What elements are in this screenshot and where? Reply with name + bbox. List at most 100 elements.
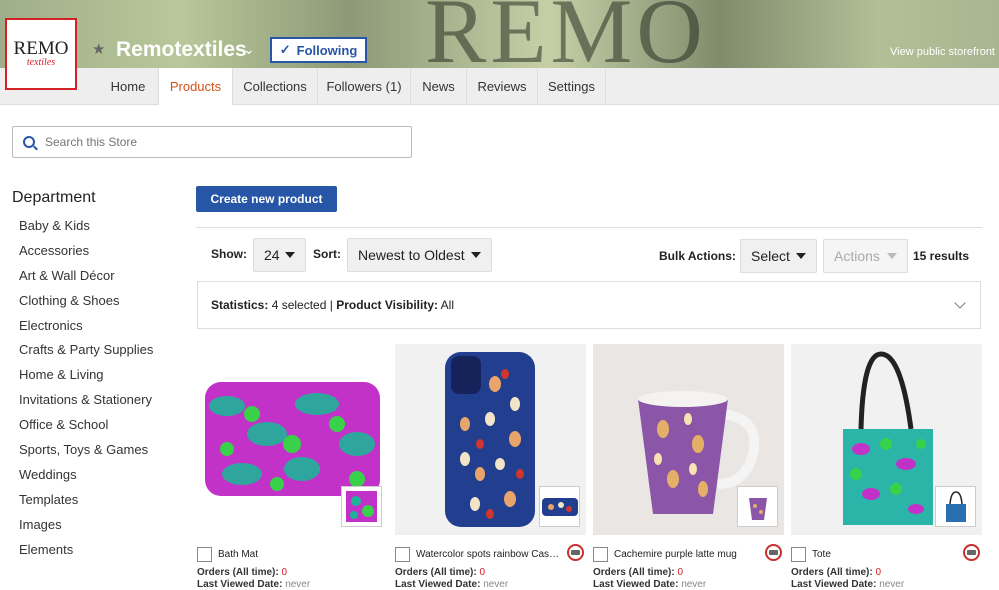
- show-count-dropdown[interactable]: 24: [253, 238, 306, 272]
- statistics-panel[interactable]: Statistics: 4 selected | Product Visibil…: [197, 281, 981, 329]
- department-list: Baby & Kids Accessories Art & Wall Décor…: [19, 217, 153, 565]
- logo-subtext: textiles: [26, 57, 56, 68]
- last-viewed-value: never: [681, 579, 707, 590]
- product-row: Bath Mat: [197, 546, 388, 562]
- orders-label: Orders (All time):: [197, 567, 279, 578]
- banner-text: REMO: [425, 0, 707, 68]
- last-viewed-value: never: [285, 579, 311, 590]
- star-icon: ★: [92, 41, 106, 58]
- product-name[interactable]: Tote: [812, 549, 831, 560]
- department-item[interactable]: Elements: [19, 541, 153, 566]
- view-public-storefront-link[interactable]: View public storefront: [890, 46, 995, 58]
- product-row: Cachemire purple latte mug: [593, 544, 784, 562]
- product-card[interactable]: Cachemire purple latte mug Orders (All t…: [593, 344, 784, 590]
- show-count-value: 24: [264, 247, 280, 263]
- tab-home[interactable]: Home: [98, 68, 158, 105]
- show-label: Show:: [211, 247, 247, 261]
- orders-line: Orders (All time): 0: [593, 567, 683, 578]
- bulk-select-value: Select: [751, 248, 790, 264]
- department-item[interactable]: Accessories: [19, 242, 153, 267]
- department-item[interactable]: Invitations & Stationery: [19, 391, 153, 416]
- tab-followers[interactable]: Followers (1): [317, 68, 410, 105]
- orders-label: Orders (All time):: [395, 567, 477, 578]
- bulk-select-dropdown[interactable]: Select: [740, 239, 817, 273]
- create-new-product-button[interactable]: Create new product: [196, 186, 337, 212]
- product-image[interactable]: [197, 344, 388, 535]
- product-image[interactable]: [791, 344, 982, 535]
- sort-label: Sort:: [313, 247, 341, 261]
- orders-value: 0: [479, 567, 486, 578]
- product-card[interactable]: Tote Orders (All time): 0 Last Viewed Da…: [791, 344, 982, 590]
- store-name[interactable]: Remotextiles: [116, 38, 247, 62]
- orders-line: Orders (All time): 0: [395, 567, 485, 578]
- department-item[interactable]: Baby & Kids: [19, 217, 153, 242]
- product-image[interactable]: [395, 344, 586, 535]
- department-item[interactable]: Images: [19, 516, 153, 541]
- last-viewed-label: Last Viewed Date:: [197, 579, 283, 590]
- no-sell-badge-icon: [765, 544, 782, 561]
- orders-value: 0: [875, 567, 882, 578]
- no-sell-badge-icon: [567, 544, 584, 561]
- product-card[interactable]: Bath Mat Orders (All time): 0 Last Viewe…: [197, 344, 388, 590]
- thumbnail-image: [748, 497, 767, 520]
- store-logo[interactable]: REMO textiles: [5, 18, 77, 90]
- store-tabs: Home Products Collections Followers (1) …: [0, 68, 999, 105]
- caret-down-icon: [887, 253, 897, 259]
- actions-value: Actions: [834, 248, 880, 264]
- select-checkbox[interactable]: [197, 546, 212, 562]
- last-viewed-value: never: [483, 579, 509, 590]
- last-viewed-label: Last Viewed Date:: [791, 579, 877, 590]
- store-search[interactable]: [12, 126, 412, 158]
- department-item[interactable]: Crafts & Party Supplies: [19, 341, 153, 366]
- product-thumbnail[interactable]: [539, 486, 580, 527]
- search-input[interactable]: [45, 135, 385, 149]
- chevron-down-icon[interactable]: [954, 297, 966, 309]
- product-card[interactable]: Watercolor spots rainbow Case-Mate iPhon…: [395, 344, 586, 590]
- orders-value: 0: [281, 567, 288, 578]
- statistics-label: Statistics:: [211, 298, 269, 312]
- chevron-down-icon[interactable]: ⌄: [243, 41, 255, 58]
- tab-collections[interactable]: Collections: [232, 68, 317, 105]
- department-item[interactable]: Weddings: [19, 466, 153, 491]
- thumbnail-image: [945, 490, 966, 522]
- last-viewed-line: Last Viewed Date: never: [791, 579, 904, 590]
- tab-news[interactable]: News: [410, 68, 466, 105]
- department-item[interactable]: Templates: [19, 491, 153, 516]
- following-button[interactable]: ✓ Following: [270, 37, 367, 63]
- department-item[interactable]: Clothing & Shoes: [19, 292, 153, 317]
- select-checkbox[interactable]: [395, 546, 410, 562]
- caret-down-icon: [471, 252, 481, 258]
- product-thumbnail[interactable]: [341, 486, 382, 527]
- product-thumbnail[interactable]: [737, 486, 778, 527]
- product-image[interactable]: [593, 344, 784, 535]
- orders-line: Orders (All time): 0: [791, 567, 881, 578]
- select-checkbox[interactable]: [791, 546, 806, 562]
- no-sell-badge-icon: [963, 544, 980, 561]
- orders-value: 0: [677, 567, 684, 578]
- tab-products[interactable]: Products: [158, 68, 232, 105]
- product-thumbnail[interactable]: [935, 486, 976, 527]
- department-item[interactable]: Office & School: [19, 416, 153, 441]
- department-item[interactable]: Sports, Toys & Games: [19, 441, 153, 466]
- bulk-actions-label: Bulk Actions:: [659, 249, 736, 263]
- department-item[interactable]: Electronics: [19, 317, 153, 342]
- product-name[interactable]: Bath Mat: [218, 549, 258, 560]
- last-viewed-label: Last Viewed Date:: [593, 579, 679, 590]
- orders-line: Orders (All time): 0: [197, 567, 287, 578]
- product-row: Tote: [791, 544, 982, 562]
- visibility-label: Product Visibility:: [336, 298, 438, 312]
- department-item[interactable]: Art & Wall Décor: [19, 267, 153, 292]
- product-name[interactable]: Cachemire purple latte mug: [614, 549, 737, 560]
- department-item[interactable]: Home & Living: [19, 366, 153, 391]
- sort-value: Newest to Oldest: [358, 247, 465, 263]
- last-viewed-line: Last Viewed Date: never: [593, 579, 706, 590]
- product-name[interactable]: Watercolor spots rainbow Case-Mate iPhon…: [416, 549, 564, 560]
- actions-dropdown[interactable]: Actions: [823, 239, 908, 273]
- tab-settings[interactable]: Settings: [537, 68, 606, 105]
- sort-dropdown[interactable]: Newest to Oldest: [347, 238, 492, 272]
- department-title: Department: [12, 189, 96, 206]
- select-checkbox[interactable]: [593, 546, 608, 562]
- orders-label: Orders (All time):: [791, 567, 873, 578]
- tab-reviews[interactable]: Reviews: [466, 68, 537, 105]
- logo-text: REMO: [13, 38, 69, 59]
